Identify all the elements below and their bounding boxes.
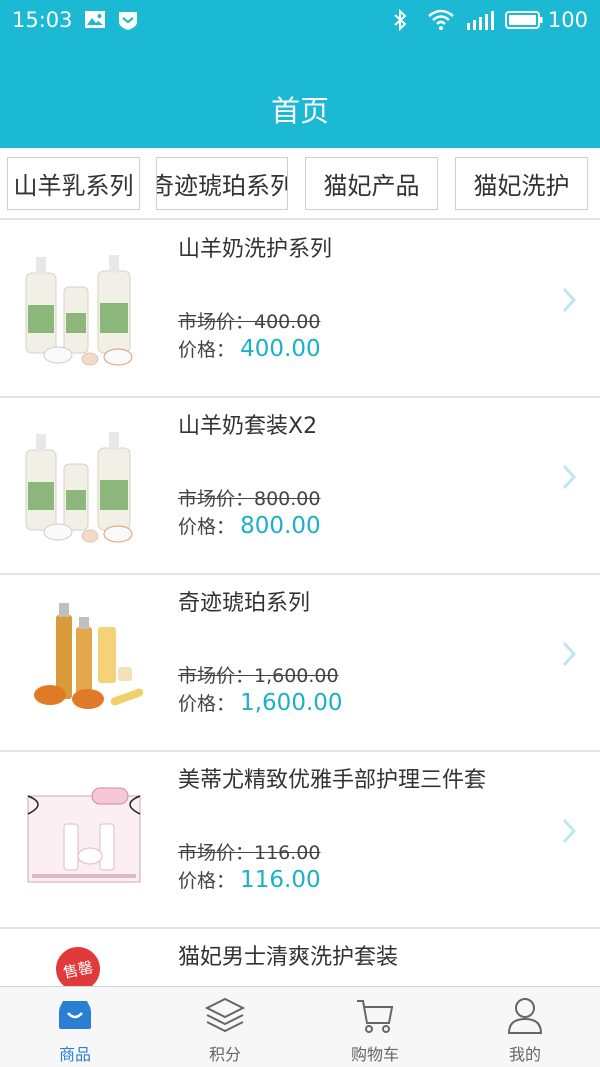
image-icon <box>85 11 105 28</box>
shield-icon <box>119 12 137 30</box>
product-thumbnail <box>25 255 133 366</box>
price-label: 价格： <box>178 516 236 538</box>
chevron-right-icon <box>562 287 576 313</box>
chevron-right-icon <box>562 641 576 667</box>
battery-level: 100 <box>547 8 588 32</box>
tab-products[interactable]: 商品 <box>0 987 150 1067</box>
product-name: 山羊奶洗护系列 <box>178 237 333 262</box>
product-thumbnail <box>27 787 141 883</box>
shop-icon <box>59 1001 91 1029</box>
price-value: 116.00 <box>240 867 321 893</box>
product-name: 奇迹琥珀系列 <box>178 591 311 616</box>
page-title: 首页 <box>270 94 329 128</box>
product-thumbnail <box>25 432 133 543</box>
tab-label: 商品 <box>58 1045 91 1064</box>
bottom-tab-bar: 商品 积分 购物车 我的 <box>0 986 600 1067</box>
chevron-right-icon <box>562 464 576 490</box>
product-item[interactable]: 奇迹琥珀系列 市场价：1,600.00 价格： 1,600.00 <box>0 575 600 752</box>
price-label: 价格： <box>178 693 236 715</box>
market-price: 市场价：800.00 <box>178 488 321 510</box>
price-value: 400.00 <box>240 336 321 362</box>
price-row: 价格： 800.00 <box>178 512 321 539</box>
product-item[interactable]: 售罄 猫妃男士清爽洗护套装 <box>0 929 600 986</box>
price-value: 800.00 <box>240 513 321 539</box>
tab-me[interactable]: 我的 <box>450 987 600 1067</box>
product-item[interactable]: 山羊奶套装X2 市场价：800.00 价格： 800.00 <box>0 398 600 575</box>
tab-label: 积分 <box>208 1045 241 1064</box>
status-time: 15:03 <box>12 8 73 32</box>
signal-icon <box>467 11 494 30</box>
product-name: 山羊奶套装X2 <box>178 414 318 439</box>
layers-icon <box>205 997 245 1033</box>
category-tab-goat-milk[interactable]: 山羊乳系列 <box>7 157 140 210</box>
product-item[interactable]: 美蒂尤精致优雅手部护理三件套 市场价：116.00 价格： 116.00 <box>0 752 600 929</box>
category-tab-amber[interactable]: 奇迹琥珀系列 <box>156 157 288 210</box>
product-name: 猫妃男士清爽洗护套装 <box>178 945 399 970</box>
wifi-icon <box>428 9 454 30</box>
market-price: 市场价：116.00 <box>178 842 321 864</box>
tab-points[interactable]: 积分 <box>150 987 300 1067</box>
market-price: 市场价：400.00 <box>178 311 321 333</box>
app-header: 15:03 100 首页 <box>0 0 600 148</box>
price-value: 1,600.00 <box>240 690 343 716</box>
price-label: 价格： <box>178 870 236 892</box>
product-thumbnail <box>34 603 144 709</box>
user-icon <box>507 998 543 1034</box>
tab-label: 我的 <box>508 1045 541 1064</box>
product-list: 山羊奶洗护系列 市场价：400.00 价格： 400.00 山羊奶套装X2 市场… <box>0 221 600 986</box>
price-row: 价格： 116.00 <box>178 866 321 893</box>
category-tab-cat-care[interactable]: 猫妃洗护 <box>455 157 588 210</box>
category-tab-cat-products[interactable]: 猫妃产品 <box>305 157 438 210</box>
cart-icon <box>357 1000 394 1033</box>
chevron-right-icon <box>562 818 576 844</box>
price-label: 价格： <box>178 339 236 361</box>
bluetooth-icon <box>394 9 407 31</box>
sold-out-badge: 售罄 <box>51 942 105 986</box>
battery-icon <box>505 11 543 29</box>
tab-label: 购物车 <box>350 1045 399 1064</box>
price-row: 价格： 1,600.00 <box>178 689 343 716</box>
tab-cart[interactable]: 购物车 <box>300 987 450 1067</box>
price-row: 价格： 400.00 <box>178 335 321 362</box>
product-name: 美蒂尤精致优雅手部护理三件套 <box>178 768 487 793</box>
market-price: 市场价：1,600.00 <box>178 665 339 687</box>
status-bar: 15:03 100 <box>0 0 600 40</box>
category-tabs: 山羊乳系列 奇迹琥珀系列 猫妃产品 猫妃洗护 <box>0 148 600 220</box>
product-item[interactable]: 山羊奶洗护系列 市场价：400.00 价格： 400.00 <box>0 221 600 398</box>
